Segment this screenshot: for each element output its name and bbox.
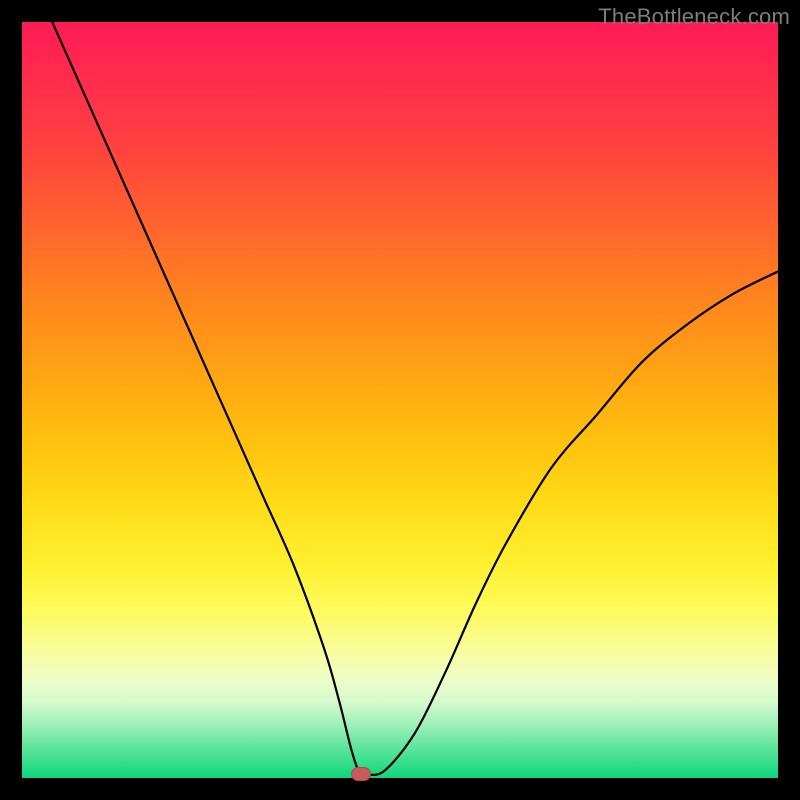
optimal-point-marker <box>351 767 371 781</box>
watermark-text: TheBottleneck.com <box>598 4 790 30</box>
bottleneck-curve <box>22 22 778 778</box>
